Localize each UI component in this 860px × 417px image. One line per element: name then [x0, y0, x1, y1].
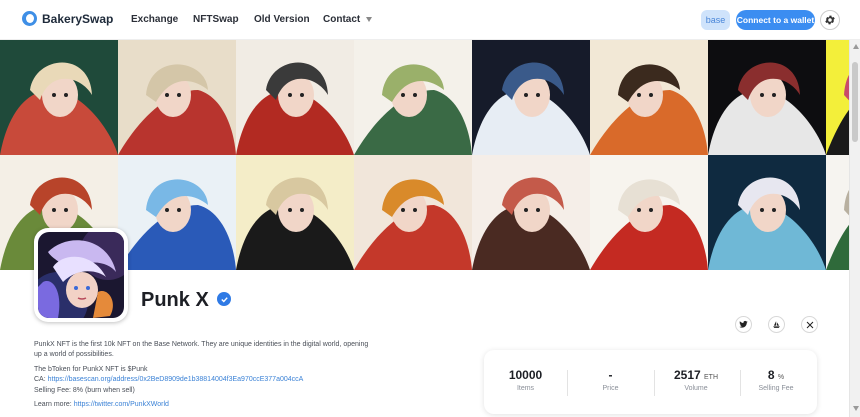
stat-fee: 8 % Selling Fee: [748, 368, 804, 392]
banner-nft-tile: [236, 155, 354, 270]
stat-volume-value: 2517: [673, 368, 701, 382]
learn-more-label: Learn more:: [34, 401, 72, 408]
banner-nft-tile: [708, 155, 826, 270]
avatar-image: [38, 232, 124, 318]
collection-avatar: [34, 228, 128, 322]
boat-icon: [773, 321, 780, 328]
nav-contact[interactable]: Contact: [323, 14, 373, 25]
banner-nft-tile: [472, 40, 590, 155]
stat-price: - Price: [583, 368, 638, 392]
nav-exchange[interactable]: Exchange: [131, 14, 178, 25]
banner-nft-tile: [236, 40, 354, 155]
learn-more-link[interactable]: https://twitter.com/PunkXWorld: [74, 401, 169, 408]
contract-address-label: CA:: [34, 376, 46, 383]
banner-nft-tile: [354, 40, 472, 155]
verified-badge-icon: [217, 292, 231, 306]
avatar-artwork: [38, 232, 124, 318]
stats-divider: [740, 370, 741, 396]
learn-more-line: Learn more: https://twitter.com/PunkXWor…: [34, 401, 169, 408]
stat-price-label: Price: [602, 385, 619, 392]
stat-price-value: -: [608, 368, 613, 382]
collection-stats-card: 10000 Items - Price 2517 ETH Volume 8 % …: [484, 350, 817, 414]
twitter-button[interactable]: [735, 316, 752, 333]
settings-button[interactable]: [820, 10, 840, 30]
brand-logo[interactable]: BakerySwap: [22, 11, 113, 26]
gear-icon: [825, 15, 835, 25]
nav-nftswap[interactable]: NFTSwap: [193, 14, 239, 25]
page-scrollbar[interactable]: [849, 40, 860, 417]
collection-banner: [0, 40, 860, 270]
scroll-up-arrow-icon[interactable]: [853, 44, 859, 49]
collection-description: PunkX NFT is the first 10k NFT on the Ba…: [34, 341, 369, 358]
x-button[interactable]: [801, 316, 818, 333]
stat-items: 10000 Items: [498, 368, 553, 392]
scroll-down-arrow-icon[interactable]: [853, 406, 859, 411]
twitter-icon: [739, 320, 748, 328]
stat-volume-unit: ETH: [704, 374, 719, 381]
banner-nft-tile: [0, 40, 118, 155]
connect-wallet-button[interactable]: Connect to a wallet: [736, 10, 815, 30]
stat-fee-label: Selling Fee: [758, 385, 794, 392]
stat-items-label: Items: [516, 385, 535, 392]
nav-contact-label: Contact: [323, 14, 361, 25]
banner-nft-tile: [472, 155, 590, 270]
contract-address-line: CA: https://basescan.org/address/0x2BeD8…: [34, 376, 303, 383]
scroll-thumb[interactable]: [852, 62, 858, 142]
top-header: BakerySwap Exchange NFTSwap Old Version …: [0, 0, 860, 40]
banner-nft-tile: [590, 40, 708, 155]
stat-fee-value: 8: [767, 368, 775, 382]
stat-volume: 2517 ETH Volume: [666, 368, 726, 392]
marketplace-button[interactable]: [768, 316, 785, 333]
banner-nft-tile: [118, 40, 236, 155]
banner-nft-tile: [590, 155, 708, 270]
chevron-down-icon: [366, 17, 373, 22]
selling-fee-line: Selling Fee: 8% (burn when sell): [34, 387, 135, 394]
network-badge[interactable]: base: [701, 10, 730, 30]
banner-nft-tile: [708, 40, 826, 155]
stat-fee-value-wrap: 8 %: [748, 368, 804, 382]
stats-divider: [567, 370, 568, 396]
brand-name: BakerySwap: [42, 11, 114, 26]
stat-volume-label: Volume: [684, 385, 708, 392]
banner-nft-tile: [354, 155, 472, 270]
x-icon: [806, 321, 813, 328]
nav-old-version[interactable]: Old Version: [254, 14, 310, 25]
stat-volume-value-wrap: 2517 ETH: [666, 368, 726, 382]
stats-divider: [654, 370, 655, 396]
stat-items-value: 10000: [508, 368, 543, 382]
btoken-line: The bToken for PunkX NFT is $Punk: [34, 366, 148, 373]
banner-nft-tile: [118, 155, 236, 270]
bakeryswap-logo-icon: [22, 11, 37, 26]
contract-address-link[interactable]: https://basescan.org/address/0x2BeD8909d…: [48, 376, 304, 383]
stat-fee-unit: %: [777, 374, 785, 381]
collection-title: Punk X: [141, 289, 209, 311]
